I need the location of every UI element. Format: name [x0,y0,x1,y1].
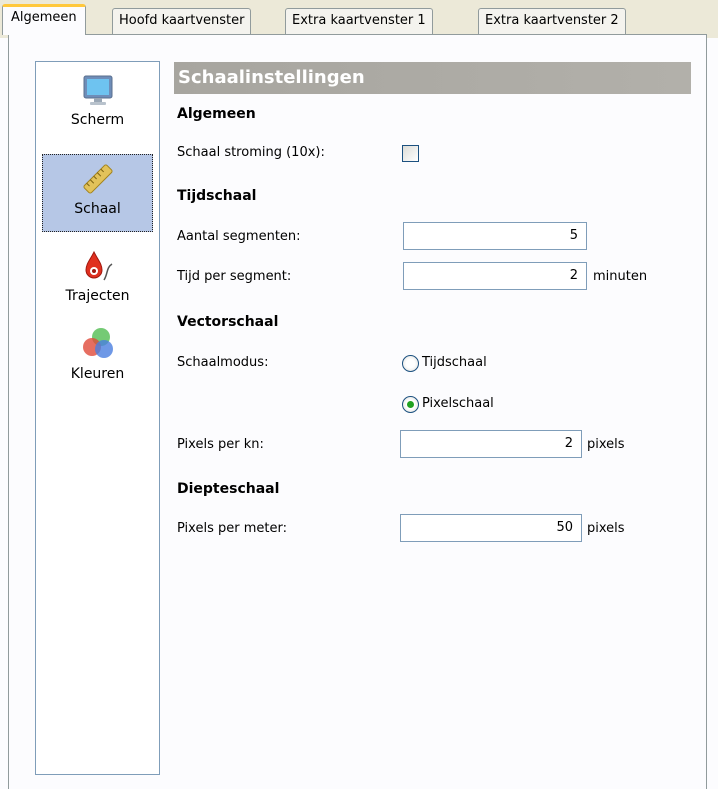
time-per-segment-field[interactable]: 2 [403,262,587,290]
sidebar-item-schaal[interactable]: Schaal [42,154,153,232]
tab-bar: Algemeen Hoofd kaartvenster Extra kaartv… [0,0,718,38]
sidebar-item-scherm[interactable]: Scherm [42,70,153,150]
scale-mode-label: Schaalmodus: [177,355,269,370]
segments-field[interactable]: 5 [403,222,587,250]
time-per-segment-unit: minuten [593,269,648,284]
flow-scale-label: Schaal stroming (10x): [177,145,325,160]
tab-hoofd-kaartvenster[interactable]: Hoofd kaartvenster [112,8,252,34]
pixels-per-kn-field[interactable]: 2 [400,430,582,458]
section-title-algemeen: Algemeen [177,106,256,122]
sidebar-item-label: Kleuren [70,366,125,382]
segments-label: Aantal segmenten: [177,229,301,244]
sidebar-item-label: Trajecten [65,288,130,304]
ruler-icon [82,164,113,194]
pixels-per-kn-label: Pixels per kn: [177,437,264,452]
pixels-per-meter-unit: pixels [587,521,625,536]
monitor-icon [83,75,112,105]
sidebar-item-label: Scherm [70,112,125,128]
radio-pixelschaal[interactable] [402,396,419,413]
section-title-vectorschaal: Vectorschaal [177,314,279,330]
pixels-per-meter-label: Pixels per meter: [177,521,287,536]
sidebar-item-label: Schaal [74,201,121,217]
flow-scale-checkbox[interactable] [402,145,419,162]
tab-extra-kaartvenster-2[interactable]: Extra kaartvenster 2 [478,8,626,34]
pixels-per-meter-field[interactable]: 50 [400,514,582,542]
section-title-diepteschaal: Diepteschaal [177,481,280,497]
time-per-segment-label: Tijd per segment: [177,269,292,284]
category-sidebar: Scherm Schaal Trajecten Kleuren [35,61,160,775]
radio-tijdschaal-label: Tijdschaal [422,355,487,370]
page-title: Schaalinstellingen [174,62,691,94]
track-icon [84,250,112,281]
tab-extra-kaartvenster-1[interactable]: Extra kaartvenster 1 [285,8,433,34]
sidebar-item-kleuren[interactable]: Kleuren [42,324,153,398]
section-title-tijdschaal: Tijdschaal [177,188,257,204]
pixels-per-kn-unit: pixels [587,437,625,452]
colors-icon [82,328,113,358]
tab-algemeen[interactable]: Algemeen [2,4,86,35]
sidebar-item-trajecten[interactable]: Trajecten [42,246,153,320]
radio-tijdschaal[interactable] [402,355,419,372]
radio-pixelschaal-label: Pixelschaal [422,396,494,411]
